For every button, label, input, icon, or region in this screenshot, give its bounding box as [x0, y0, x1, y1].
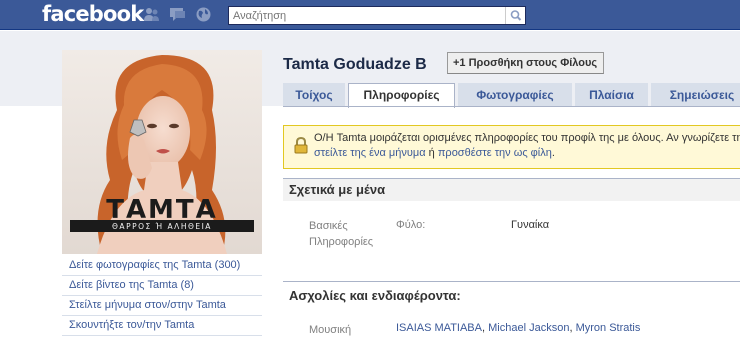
tab-divider	[283, 106, 740, 107]
music-label: Μουσική	[309, 324, 352, 336]
profile-picture[interactable]: ΤΑΜΤΑ ΘΑΡΡΟΣ Ή ΑΛΗΘΕΙΑ	[62, 50, 262, 254]
gender-value: Γυναίκα	[511, 219, 550, 231]
friends-icon[interactable]	[143, 6, 160, 23]
tab-wall[interactable]: Τοίχος	[283, 83, 345, 107]
notifications-globe-icon[interactable]	[195, 6, 212, 23]
tab-info[interactable]: Πληροφορίες	[348, 83, 455, 108]
gender-field-label: Φύλο:	[396, 219, 426, 231]
notice-end: .	[551, 147, 555, 159]
search-button[interactable]	[505, 7, 525, 24]
album-subtitle: ΘΑΡΡΟΣ Ή ΑΛΗΘΕΙΑ	[112, 222, 212, 231]
tab-photos[interactable]: Φωτογραφίες	[458, 83, 572, 107]
add-friend-button[interactable]: +1 Προσθήκη στους Φίλους	[447, 52, 605, 74]
basic-info-label: Βασικές Πληροφορίες	[309, 220, 374, 248]
profile-name: Tamta Goduadze B	[283, 56, 427, 73]
search-box	[228, 6, 526, 25]
view-photos-link[interactable]: Δείτε φωτογραφίες της Tamta (300)	[62, 256, 262, 276]
add-as-friend-link[interactable]: προσθέστε την ως φίλη	[438, 147, 552, 159]
tab-boxes[interactable]: Πλαίσια	[575, 83, 648, 107]
interests-section-title: Ασχολίες και ενδιαφέροντα:	[283, 281, 740, 311]
notice-line-2: στείλτε της ένα μήνυμα ή προσθέστε την ω…	[314, 146, 740, 161]
music-link[interactable]: Myron Stratis	[576, 322, 641, 334]
music-link[interactable]: ISAIAS MATIABA	[396, 322, 482, 334]
notice-line-1: Ο/Η Tamta μοιράζεται ορισμένες πληροφορί…	[314, 132, 740, 144]
tab-notes[interactable]: Σημειώσεις	[651, 83, 740, 107]
send-message-link[interactable]: Στείλτε μήνυμα στον/στην Tamta	[62, 296, 262, 316]
poke-link[interactable]: Σκουντήξτε τον/την Tamta	[62, 316, 262, 336]
facebook-logo[interactable]: facebook	[42, 1, 144, 28]
notice-or: ή	[425, 147, 438, 159]
messages-icon[interactable]	[169, 6, 186, 23]
send-message-notice-link[interactable]: στείλτε της ένα μήνυμα	[314, 147, 426, 159]
search-input[interactable]	[229, 7, 505, 24]
music-link[interactable]: Michael Jackson	[488, 322, 569, 334]
top-bar: facebook	[0, 0, 740, 30]
music-values: ISAIAS MATIABA, Michael Jackson, Myron S…	[396, 322, 641, 334]
profile-actions: Δείτε φωτογραφίες της Tamta (300) Δείτε …	[62, 256, 262, 336]
notice-text: Ο/Η Tamta μοιράζεται ορισμένες πληροφορί…	[314, 131, 740, 161]
lock-icon	[294, 137, 308, 154]
about-section-title: Σχετικά με μένα	[283, 178, 740, 201]
search-icon	[510, 10, 522, 21]
profile-tabs: Τοίχος Πληροφορίες Φωτογραφίες Πλαίσια Σ…	[283, 83, 740, 108]
privacy-notice: Ο/Η Tamta μοιράζεται ορισμένες πληροφορί…	[283, 125, 740, 169]
profile-photo-artwork: ΤΑΜΤΑ ΘΑΡΡΟΣ Ή ΑΛΗΘΕΙΑ	[62, 50, 262, 254]
view-videos-link[interactable]: Δείτε βίντεο της Tamta (8)	[62, 276, 262, 296]
